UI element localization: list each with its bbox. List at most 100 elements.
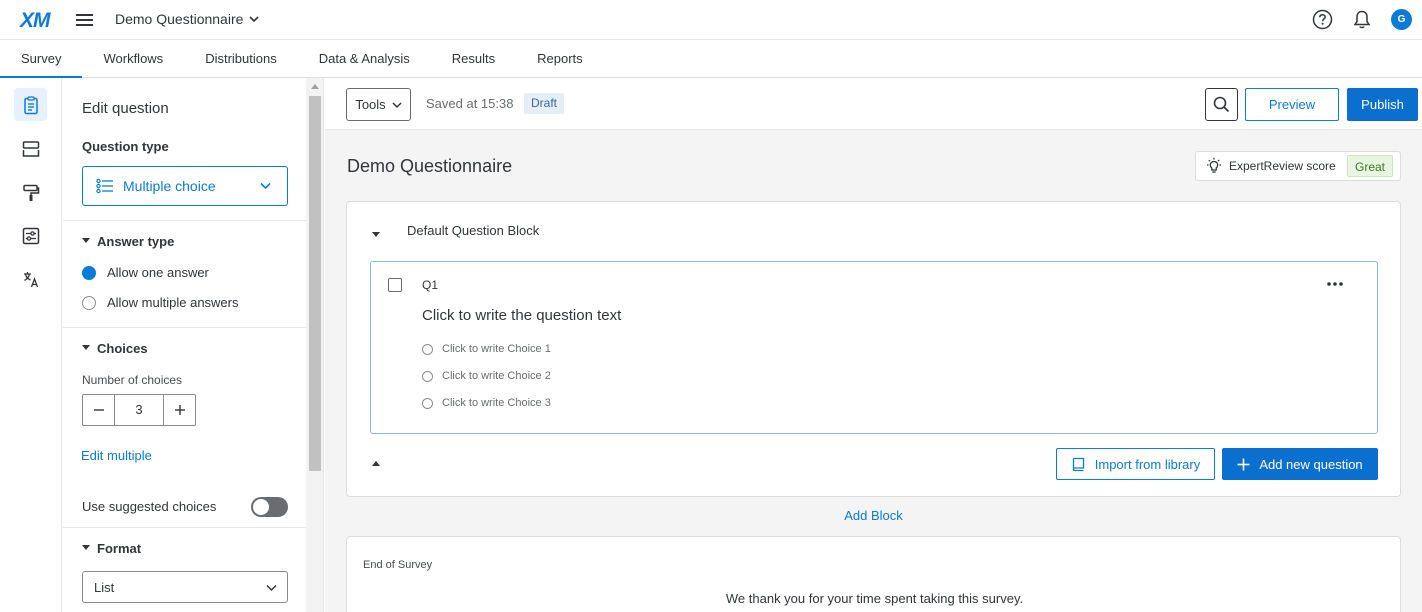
caret-down-icon	[82, 238, 90, 244]
format-section-toggle[interactable]: Format	[82, 541, 141, 556]
minus-icon[interactable]	[83, 395, 115, 425]
settings-sliders-icon[interactable]	[14, 219, 47, 252]
radio-unchecked-icon	[82, 295, 96, 310]
question-select-checkbox[interactable]	[388, 278, 402, 292]
answer-type-option-one[interactable]: Allow one answer	[82, 265, 209, 280]
choices-stepper: 3	[82, 394, 196, 426]
suggested-choices-toggle[interactable]	[251, 497, 288, 517]
tool-rail	[0, 78, 62, 612]
help-icon[interactable]	[1312, 9, 1333, 30]
edit-question-panel: Edit question Question type Multiple cho…	[63, 78, 306, 612]
translate-icon[interactable]	[14, 262, 47, 295]
caret-down-icon	[82, 545, 90, 551]
answer-type-option-multiple[interactable]: Allow multiple answers	[82, 295, 239, 310]
question-block: Default Question Block Q1 Click to write…	[346, 201, 1401, 497]
question-card[interactable]: Q1 Click to write the question text Clic…	[370, 261, 1378, 434]
survey-title: Demo Questionnaire	[347, 156, 513, 176]
choices-section-toggle[interactable]: Choices	[82, 341, 148, 356]
block-title[interactable]: Default Question Block	[407, 223, 539, 238]
tab-reports[interactable]: Reports	[516, 41, 604, 77]
end-of-survey-message: We thank you for your time spent taking …	[725, 591, 1024, 606]
caret-down-icon	[82, 345, 90, 351]
edit-multiple-link[interactable]: Edit multiple	[81, 448, 152, 463]
radio-checked-icon	[82, 265, 96, 280]
survey-selector-label: Demo Questionnaire	[115, 11, 244, 27]
import-from-library-button[interactable]: Import from library	[1056, 448, 1215, 480]
publish-button[interactable]: Publish	[1347, 88, 1418, 121]
survey-toolbar: Tools Saved at 15:38 Draft Preview Publi…	[325, 78, 1422, 130]
expert-review-score-badge: Great	[1347, 155, 1394, 177]
question-text[interactable]: Click to write the question text	[422, 307, 621, 324]
tab-distributions[interactable]: Distributions	[184, 41, 298, 77]
end-of-survey-card[interactable]: End of Survey We thank you for your time…	[346, 536, 1401, 612]
survey-canvas: Tools Saved at 15:38 Draft Preview Publi…	[325, 78, 1422, 612]
chevron-down-icon	[249, 14, 259, 24]
search-icon	[1213, 96, 1230, 113]
survey-selector[interactable]: Demo Questionnaire	[115, 11, 259, 27]
answer-type-option-label: Allow multiple answers	[107, 295, 239, 310]
plus-icon[interactable]	[163, 395, 195, 425]
collapse-block-icon[interactable]	[372, 232, 380, 237]
plus-icon	[1237, 458, 1250, 471]
question-type-select[interactable]: Multiple choice	[82, 166, 288, 206]
question-type-value: Multiple choice	[123, 178, 216, 194]
scrollbar-thumb[interactable]	[309, 96, 321, 471]
more-options-icon[interactable]	[1326, 275, 1344, 293]
choice-item[interactable]: Click to write Choice 1	[422, 343, 551, 355]
expert-review-button[interactable]: ExpertReview score Great	[1195, 151, 1401, 181]
tab-survey[interactable]: Survey	[0, 41, 83, 78]
tab-workflows[interactable]: Workflows	[82, 41, 184, 77]
choices-label: Choices	[97, 341, 148, 356]
panel-scrollbar[interactable]	[306, 78, 324, 612]
answer-type-section-toggle[interactable]: Answer type	[82, 234, 174, 249]
status-badge: Draft	[524, 93, 565, 114]
radio-unchecked-icon	[422, 343, 433, 355]
notifications-bell-icon[interactable]	[1352, 9, 1372, 30]
user-avatar[interactable]: G	[1391, 9, 1412, 30]
question-type-label: Question type	[82, 139, 169, 154]
saved-status: Saved at 15:38	[426, 96, 514, 111]
main-nav-tabs: Survey Workflows Distributions Data & An…	[0, 41, 1422, 78]
hamburger-menu-icon[interactable]	[75, 12, 95, 28]
collapse-up-icon[interactable]	[372, 461, 380, 466]
choice-label: Click to write Choice 2	[442, 370, 551, 382]
top-bar: XM Demo Questionnaire G	[0, 0, 1422, 40]
tools-button-label: Tools	[355, 97, 386, 112]
radio-unchecked-icon	[422, 397, 433, 409]
divider	[63, 327, 306, 328]
expert-review-label: ExpertReview score	[1229, 159, 1336, 173]
clipboard-icon[interactable]	[14, 88, 47, 121]
radio-unchecked-icon	[422, 370, 433, 382]
divider	[63, 220, 306, 221]
chevron-down-icon	[392, 101, 402, 109]
add-question-label: Add new question	[1259, 456, 1363, 472]
choice-item[interactable]: Click to write Choice 2	[422, 370, 551, 382]
answer-type-option-label: Allow one answer	[107, 265, 209, 280]
paint-roller-icon[interactable]	[14, 176, 47, 209]
format-label: Format	[97, 541, 142, 556]
format-select-value: List	[94, 580, 115, 595]
tools-button[interactable]: Tools	[346, 88, 411, 121]
choice-item[interactable]: Click to write Choice 3	[422, 397, 551, 409]
chevron-down-icon	[266, 584, 277, 592]
suggested-choices-label: Use suggested choices	[82, 499, 217, 514]
choices-count-input[interactable]: 3	[115, 395, 163, 425]
number-of-choices-label: Number of choices	[82, 373, 183, 387]
format-select[interactable]: List	[82, 571, 288, 603]
tab-results[interactable]: Results	[431, 41, 516, 77]
divider	[63, 527, 306, 528]
add-block-link[interactable]: Add Block	[844, 508, 903, 523]
lightbulb-icon	[1205, 157, 1223, 175]
toggle-knob	[253, 499, 269, 515]
scroll-up-arrow-icon[interactable]	[311, 84, 319, 89]
end-of-survey-label: End of Survey	[363, 559, 433, 571]
import-button-label: Import from library	[1094, 456, 1201, 472]
panel-title: Edit question	[82, 100, 169, 117]
blocks-icon[interactable]	[14, 132, 47, 165]
preview-button[interactable]: Preview	[1245, 88, 1339, 121]
add-block-link-row: Add Block	[325, 508, 1422, 523]
add-new-question-button[interactable]: Add new question	[1222, 448, 1378, 480]
xm-logo[interactable]: XM	[20, 9, 50, 33]
search-button[interactable]	[1205, 88, 1238, 121]
tab-data-analysis[interactable]: Data & Analysis	[298, 41, 431, 77]
